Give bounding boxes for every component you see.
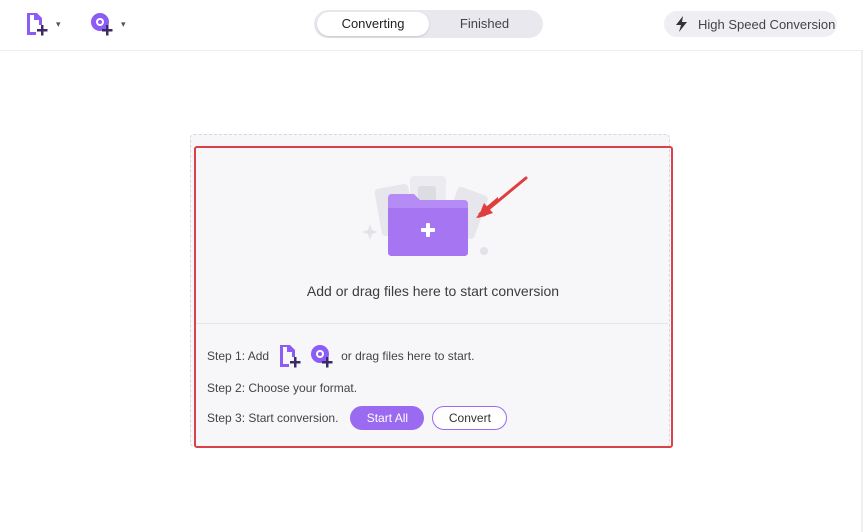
step-2-text: Step 2: Choose your format.	[207, 381, 358, 395]
drop-prompt: Add or drag files here to start conversi…	[306, 283, 560, 299]
add-file-icon[interactable]	[277, 343, 303, 369]
tab-finished[interactable]: Finished	[429, 12, 540, 36]
add-file-icon	[27, 13, 48, 36]
chevron-down-icon: ▾	[56, 18, 61, 29]
chevron-down-icon: ▾	[121, 18, 126, 29]
add-files-button[interactable]: ▾	[24, 11, 61, 37]
high-speed-label: High Speed Conversion	[698, 16, 836, 32]
add-capture-icon[interactable]	[309, 343, 335, 369]
high-speed-conversion-button[interactable]: High Speed Conversion	[664, 11, 837, 37]
top-toolbar: ▾ ▾ Converting Finished High Speed Conve…	[0, 0, 863, 51]
lightning-icon	[676, 16, 687, 32]
divider	[196, 323, 668, 324]
step-1-suffix: or drag files here to start.	[341, 349, 475, 363]
add-screen-button[interactable]: ▾	[89, 11, 126, 37]
add-capture-icon	[91, 13, 113, 36]
convert-button[interactable]: Convert	[432, 406, 508, 430]
pointer-arrow	[478, 176, 528, 218]
start-all-button[interactable]: Start All	[350, 406, 425, 430]
tab-converting[interactable]: Converting	[317, 12, 429, 36]
step-3: Step 3: Start conversion. Start All Conv…	[207, 406, 508, 430]
step-1-prefix: Step 1: Add	[207, 349, 270, 363]
step-2: Step 2: Choose your format.	[207, 381, 357, 395]
step-1: Step 1: Add or drag files here to start.	[207, 343, 474, 369]
view-tabs: Converting Finished	[314, 10, 543, 38]
step-3-text: Step 3: Start conversion.	[207, 411, 339, 425]
